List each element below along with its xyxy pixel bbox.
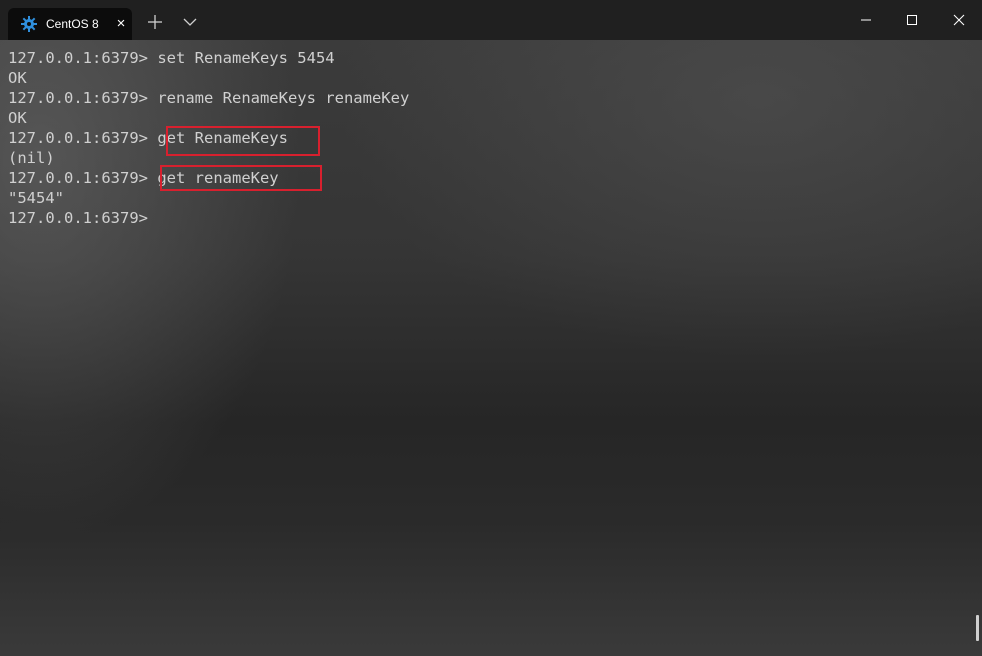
command-text: set RenameKeys 5454 <box>157 49 335 67</box>
maximize-icon <box>907 15 917 25</box>
terminal-line: "5454" <box>8 188 409 208</box>
prompt: 127.0.0.1:6379> <box>8 209 148 227</box>
close-window-button[interactable] <box>936 0 982 40</box>
prompt: 127.0.0.1:6379> <box>8 129 148 147</box>
plus-icon <box>148 15 162 29</box>
prompt: 127.0.0.1:6379> <box>8 89 148 107</box>
terminal-line: 127.0.0.1:6379> get renameKey <box>8 168 409 188</box>
output-text: (nil) <box>8 149 55 167</box>
terminal-line: OK <box>8 68 409 88</box>
chevron-down-icon <box>183 18 197 26</box>
profile-dropdown-button[interactable] <box>180 14 200 30</box>
terminal-output: 127.0.0.1:6379> set RenameKeys 5454 OK 1… <box>8 48 409 228</box>
terminal-line: OK <box>8 108 409 128</box>
command-text: get renameKey <box>157 169 279 187</box>
new-tab-button[interactable] <box>145 12 165 32</box>
prompt: 127.0.0.1:6379> <box>8 49 148 67</box>
output-text: OK <box>8 109 27 127</box>
terminal-line: 127.0.0.1:6379> get RenameKeys <box>8 128 409 148</box>
tab-close-icon[interactable]: × <box>112 15 130 33</box>
close-icon <box>953 14 965 26</box>
output-text: "5454" <box>8 189 64 207</box>
centos-gear-icon <box>20 15 38 33</box>
minimize-icon <box>861 19 871 21</box>
tab-title: CentOS 8 <box>46 17 99 31</box>
output-text: OK <box>8 69 27 87</box>
minimize-button[interactable] <box>843 0 889 40</box>
scrollbar-thumb[interactable] <box>976 615 979 641</box>
terminal-line: (nil) <box>8 148 409 168</box>
terminal-line: 127.0.0.1:6379> rename RenameKeys rename… <box>8 88 409 108</box>
title-bar: CentOS 8 × <box>0 0 982 40</box>
maximize-button[interactable] <box>889 0 935 40</box>
prompt: 127.0.0.1:6379> <box>8 169 148 187</box>
command-text: get RenameKeys <box>157 129 288 147</box>
terminal-pane[interactable]: 127.0.0.1:6379> set RenameKeys 5454 OK 1… <box>0 40 982 656</box>
tab-centos[interactable]: CentOS 8 × <box>8 8 132 40</box>
terminal-line: 127.0.0.1:6379> set RenameKeys 5454 <box>8 48 409 68</box>
command-text: rename RenameKeys renameKey <box>157 89 410 107</box>
terminal-line: 127.0.0.1:6379> <box>8 208 409 228</box>
